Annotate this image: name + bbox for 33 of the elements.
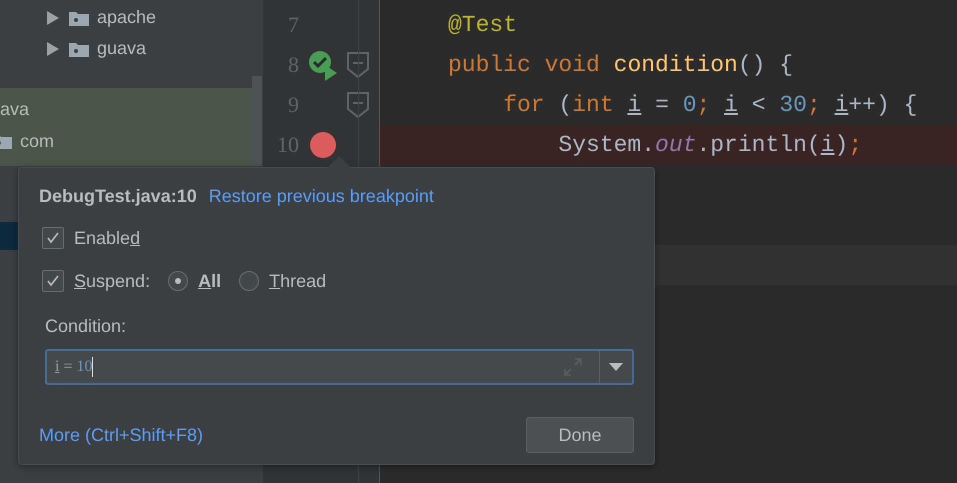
code-line: for (int i = 0; i < 30; i++) { [502,92,918,118]
radio-label: All [198,270,222,292]
more-link[interactable]: More (Ctrl+Shift+F8) [39,424,204,446]
radio-button[interactable] [239,271,260,291]
radio-label: Thread [269,270,326,292]
selected-row-highlight [0,222,20,250]
suspend-checkbox[interactable] [42,270,64,292]
fold-marker-icon[interactable] [347,52,369,78]
package-folder-icon [69,10,89,26]
restore-link[interactable]: Restore previous breakpoint [208,186,434,206]
checkmark-icon [45,230,61,246]
scrollbar[interactable] [252,76,262,166]
fold-marker-icon[interactable] [347,92,369,118]
dropdown-arrow-icon [609,363,623,371]
tree-item[interactable]: guava [97,38,146,59]
code-line: @Test [448,12,518,38]
code-line: public void condition() { [448,52,794,78]
tree-item[interactable]: apache [97,7,156,28]
package-folder-icon [69,40,89,56]
suspend-label: Suspend: [74,270,150,292]
enabled-checkbox[interactable] [42,227,64,249]
run-test-icon[interactable] [307,49,339,81]
checkmark-icon [45,273,61,289]
breakpoint-title: DebugTest.java:10 [39,186,197,206]
breakpoint-icon[interactable] [309,131,337,159]
code-line: System.out.println(i); [557,132,862,158]
radio-button[interactable] [168,271,188,291]
condition-label: Condition: [45,316,128,337]
tree-item[interactable]: ava [0,98,30,120]
condition-field[interactable]: i = 10 [45,349,634,385]
done-button[interactable]: Done [526,417,634,453]
enabled-label: Enabled [74,228,140,248]
tree-item[interactable]: com [20,130,54,152]
